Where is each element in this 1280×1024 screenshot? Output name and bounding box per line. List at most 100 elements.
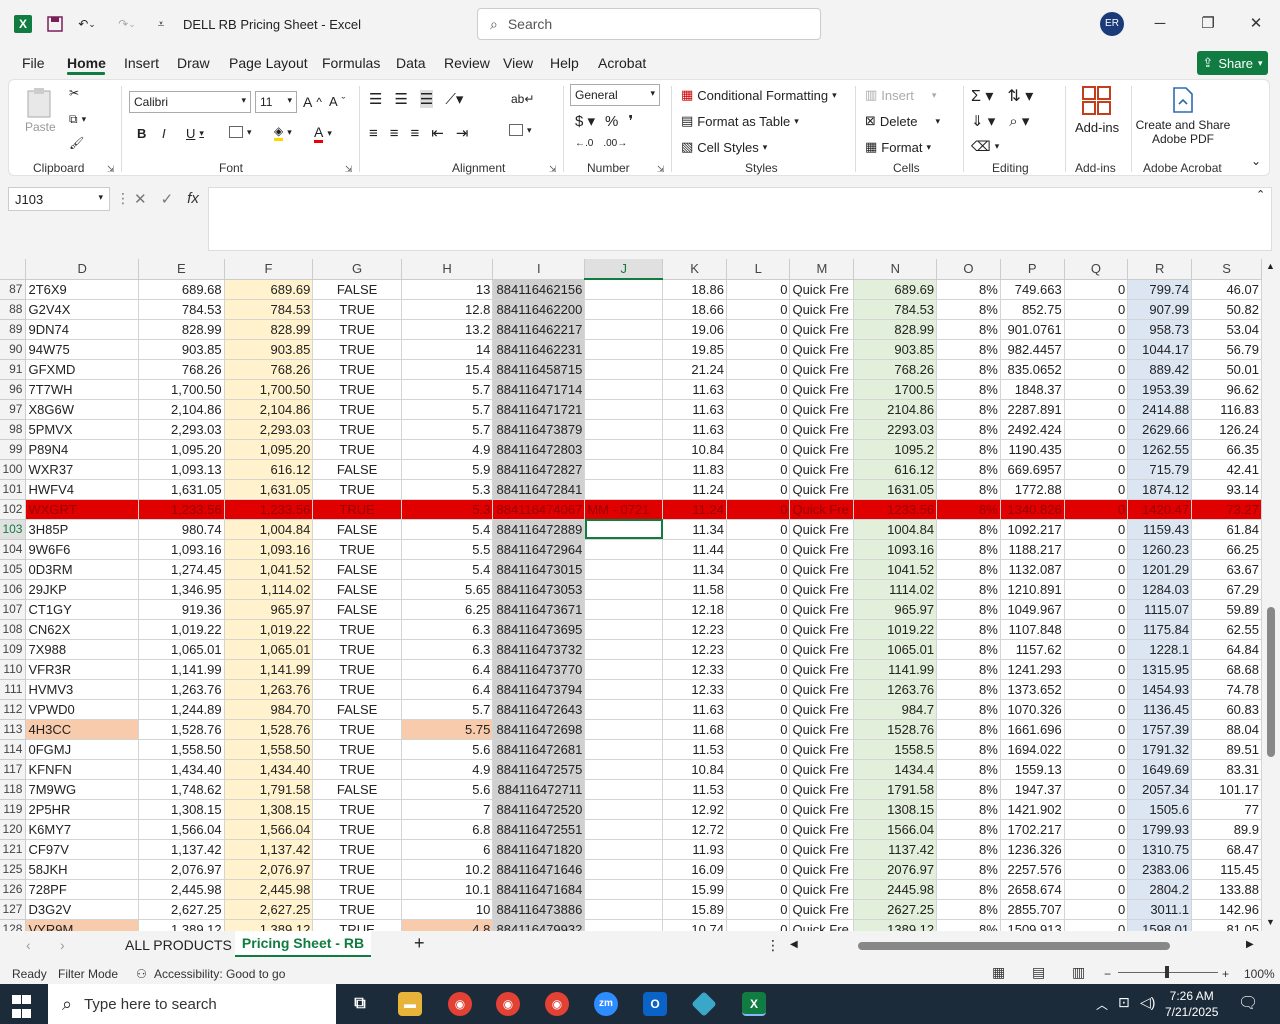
cell-r[interactable]: 2414.88 [1127, 399, 1193, 420]
cell-h[interactable]: 10.2 [401, 859, 494, 880]
row-header[interactable]: 107 [0, 599, 27, 620]
cell-e[interactable]: 1,700.50 [138, 379, 225, 400]
network-icon[interactable]: ⊡ [1118, 994, 1130, 1011]
cell-k[interactable]: 11.58 [662, 579, 727, 600]
tab-pricing-sheet-rb[interactable]: Pricing Sheet - RB [235, 931, 371, 957]
cell-p[interactable]: 835.0652 [1000, 359, 1065, 380]
cell-m[interactable]: Quick Fre [789, 919, 855, 931]
cell-h[interactable]: 5.5 [401, 539, 494, 560]
volume-icon[interactable]: ◁) [1140, 994, 1155, 1011]
prev-sheet-icon[interactable]: ‹ [26, 937, 31, 953]
cell-q[interactable]: 0 [1064, 439, 1129, 460]
cell-k[interactable]: 11.44 [662, 539, 727, 560]
cell-o[interactable]: 8% [936, 639, 1001, 660]
cell-h[interactable]: 7 [401, 799, 494, 820]
cell-j[interactable] [584, 579, 664, 600]
cell-d[interactable]: VFR3R [25, 659, 139, 680]
cell-h[interactable]: 4.9 [401, 439, 494, 460]
cell-r[interactable]: 1799.93 [1127, 819, 1193, 840]
row-header[interactable]: 89 [0, 319, 27, 340]
horizontal-align-icons[interactable]: ≡ ≡ ≡ ⇤ ⇥ [369, 124, 468, 143]
cell-o[interactable]: 8% [936, 319, 1001, 340]
cell-r[interactable]: 2804.2 [1127, 879, 1193, 900]
copy-icon[interactable]: ⧉ ▾ [69, 112, 86, 127]
cell-m[interactable]: Quick Fre [789, 479, 855, 500]
cell-l[interactable]: 0 [726, 699, 791, 720]
cell-m[interactable]: Quick Fre [789, 339, 855, 360]
cell-s[interactable]: 56.79 [1191, 339, 1262, 360]
cell-q[interactable]: 0 [1064, 739, 1129, 760]
row-header[interactable]: 103 [0, 519, 27, 540]
zoom-slider-thumb[interactable] [1165, 966, 1169, 978]
cell-q[interactable]: 0 [1064, 339, 1129, 360]
cell-s[interactable]: 50.01 [1191, 359, 1262, 380]
cell-k[interactable]: 12.72 [662, 819, 727, 840]
cell-i[interactable]: 884116473794 [492, 679, 586, 700]
row-header[interactable]: 112 [0, 699, 27, 720]
cell-nv[interactable]: 1528.76 [853, 719, 938, 740]
cell-j[interactable] [584, 399, 664, 420]
row-header[interactable]: 87 [0, 279, 27, 300]
undo-icon[interactable]: ↶ ⌄ [76, 12, 98, 36]
cell-o[interactable]: 8% [936, 819, 1001, 840]
row-header[interactable]: 108 [0, 619, 27, 640]
cell-j[interactable] [584, 359, 664, 380]
cell-f[interactable]: 903.85 [224, 339, 314, 360]
cell-m[interactable]: Quick Fre [789, 419, 855, 440]
column-header[interactable]: S [1191, 259, 1262, 280]
cell-s[interactable]: 63.67 [1191, 559, 1262, 580]
cell-s[interactable]: 133.88 [1191, 879, 1262, 900]
cell-nv[interactable]: 828.99 [853, 319, 938, 340]
tab-view[interactable]: View [503, 55, 533, 71]
cell-p[interactable]: 1509.913 [1000, 919, 1065, 931]
chrome-profile-icon[interactable]: ◉ [496, 992, 520, 1016]
cell-o[interactable]: 8% [936, 499, 1001, 520]
cell-r[interactable]: 3011.1 [1127, 899, 1193, 920]
cell-m[interactable]: Quick Fre [789, 659, 855, 680]
cell-r[interactable]: 1262.55 [1127, 439, 1193, 460]
cell-nv[interactable]: 1791.58 [853, 779, 938, 800]
minimize-icon[interactable]: ─ [1148, 12, 1172, 36]
cell-r[interactable]: 1953.39 [1127, 379, 1193, 400]
cell-e[interactable]: 1,558.50 [138, 739, 225, 760]
cell-l[interactable]: 0 [726, 659, 791, 680]
cell-m[interactable]: Quick Fre [789, 719, 855, 740]
cell-nv[interactable]: 784.53 [853, 299, 938, 320]
cell-k[interactable]: 11.68 [662, 719, 727, 740]
cell-e[interactable]: 768.26 [138, 359, 225, 380]
cell-nv[interactable]: 1004.84 [853, 519, 938, 540]
cell-i[interactable]: 884116458715 [492, 359, 586, 380]
cell-l[interactable]: 0 [726, 399, 791, 420]
cell-d[interactable]: HVMV3 [25, 679, 139, 700]
cell-d[interactable]: CN62X [25, 619, 139, 640]
cell-k[interactable]: 12.92 [662, 799, 727, 820]
format-painter-icon[interactable]: 🖌 [69, 136, 84, 150]
cell-m[interactable]: Quick Fre [789, 799, 855, 820]
cell-l[interactable]: 0 [726, 779, 791, 800]
cell-p[interactable]: 1702.217 [1000, 819, 1065, 840]
cell-r[interactable]: 1136.45 [1127, 699, 1193, 720]
taskbar-clock[interactable]: 7:26 AM 7/21/2025 [1165, 988, 1218, 1020]
cell-g[interactable]: TRUE [312, 719, 402, 740]
increase-font-icon[interactable]: A ^ [303, 94, 322, 110]
cell-nv[interactable]: 2445.98 [853, 879, 938, 900]
cell-g[interactable]: TRUE [312, 399, 402, 420]
zoom-in-icon[interactable]: + [1222, 967, 1229, 981]
cell-l[interactable]: 0 [726, 279, 791, 300]
cell-l[interactable]: 0 [726, 639, 791, 660]
cell-p[interactable]: 1947.37 [1000, 779, 1065, 800]
cell-j[interactable] [584, 419, 664, 440]
cell-i[interactable]: 884116473015 [492, 559, 586, 580]
cell-s[interactable]: 89.51 [1191, 739, 1262, 760]
cell-k[interactable]: 15.99 [662, 879, 727, 900]
decrease-font-icon[interactable]: Aˇ [329, 94, 345, 109]
editing-row-2[interactable]: ⇓ ▾ ⌕ ▾ [971, 112, 1029, 130]
cell-s[interactable]: 66.25 [1191, 539, 1262, 560]
cell-g[interactable]: TRUE [312, 339, 402, 360]
cell-p[interactable]: 1210.891 [1000, 579, 1065, 600]
cell-j[interactable] [584, 739, 664, 760]
taskbar-search-input[interactable]: ⌕ Type here to search [48, 984, 336, 1024]
column-header[interactable]: O [936, 259, 1001, 280]
cell-o[interactable]: 8% [936, 479, 1001, 500]
cell-q[interactable]: 0 [1064, 859, 1129, 880]
